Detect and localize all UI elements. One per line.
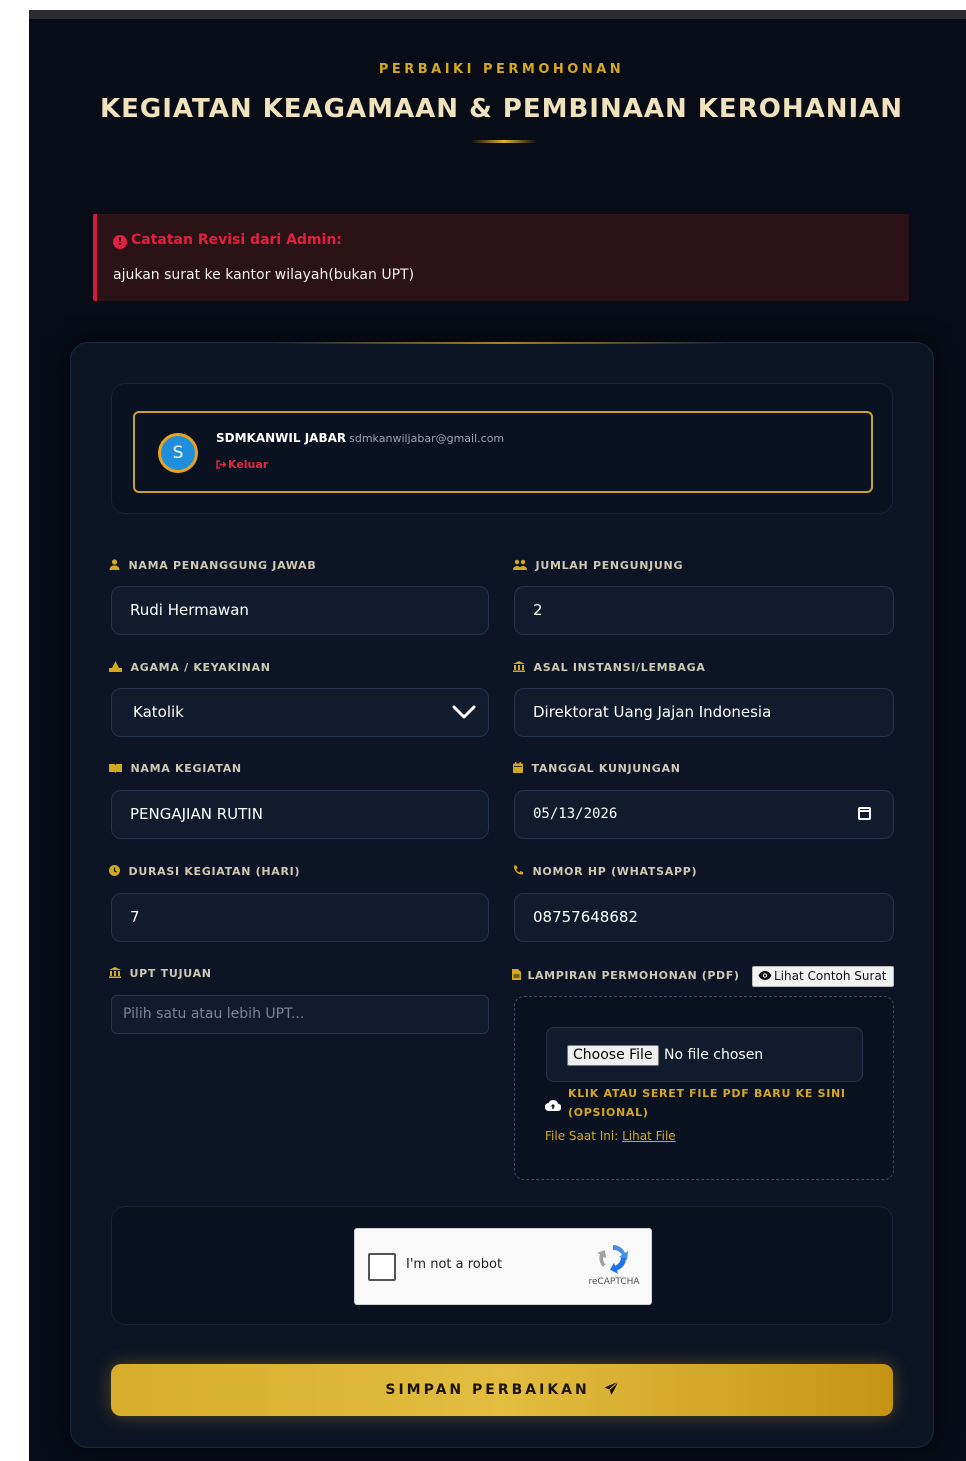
submit-label: SIMPAN PERBAIKAN — [385, 1382, 590, 1398]
revision-alert: ! Catatan Revisi dari Admin: ajukan surat… — [93, 214, 909, 301]
label-lampiran-text: LAMPIRAN PERMOHONAN (PDF) — [527, 969, 740, 982]
chevron-down-icon — [452, 689, 476, 736]
current-file-info: File Saat Ini: Lihat File — [545, 1129, 676, 1143]
label-nomor-hp: NOMOR HP (WHATSAPP) — [513, 865, 697, 878]
book-icon — [109, 762, 127, 775]
lihat-file-link[interactable]: Lihat File — [622, 1129, 676, 1143]
alert-message: ajukan surat ke kantor wilayah(bukan UPT… — [113, 267, 415, 283]
user-icon — [109, 559, 125, 572]
label-jumlah-pengunjung-text: JUMLAH PENGUNJUNG — [535, 559, 684, 572]
simpan-perbaikan-button[interactable]: SIMPAN PERBAIKAN — [111, 1364, 893, 1416]
user-panel: S SDMKANWIL JABAR sdmkanwiljabar@gmail.co… — [111, 383, 893, 514]
agama-select[interactable]: Katolik — [111, 688, 489, 737]
eye-icon — [758, 971, 772, 980]
label-penanggung-jawab-text: NAMA PENANGGUNG JAWAB — [128, 559, 317, 572]
nomor-hp-input[interactable]: 08757648682 — [514, 893, 894, 942]
label-lampiran: LAMPIRAN PERMOHONAN (PDF) — [512, 969, 740, 982]
tanggal-kunjungan-value: 05/13/2026 — [533, 806, 618, 822]
calendar-picker-icon[interactable] — [858, 807, 871, 820]
paper-plane-icon — [604, 1366, 619, 1418]
label-agama-text: AGAMA / KEYAKINAN — [130, 661, 271, 674]
logout-label: Keluar — [228, 458, 269, 471]
avatar: S — [158, 433, 198, 473]
current-file-label: File Saat Ini: — [545, 1129, 619, 1143]
alert-title-text: Catatan Revisi dari Admin: — [131, 232, 342, 248]
top-bar — [29, 10, 966, 19]
phone-icon — [513, 865, 529, 878]
tanggal-kunjungan-input[interactable]: 05/13/2026 — [514, 790, 894, 839]
label-durasi-text: DURASI KEGIATAN (HARI) — [128, 865, 301, 878]
label-nomor-hp-text: NOMOR HP (WHATSAPP) — [532, 865, 698, 878]
recaptcha-checkbox[interactable] — [368, 1253, 396, 1281]
card-glow — [271, 342, 731, 344]
user-email: sdmkanwiljabar@gmail.com — [349, 432, 505, 445]
label-durasi: DURASI KEGIATAN (HARI) — [109, 865, 300, 878]
recaptcha-label: I'm not a robot — [406, 1257, 503, 1272]
alert-circle-icon: ! — [113, 235, 127, 249]
label-asal-instansi-text: ASAL INSTANSI/LEMBAGA — [533, 661, 706, 674]
asal-instansi-input[interactable]: Direktorat Uang Jajan Indonesia — [514, 688, 894, 737]
clock-icon — [109, 865, 125, 878]
label-asal-instansi: ASAL INSTANSI/LEMBAGA — [513, 661, 706, 674]
user-name: SDMKANWIL JABAR sdmkanwiljabar@gmail.com — [216, 431, 504, 445]
captcha-panel: I'm not a robot reCAPTCHA — [111, 1206, 893, 1325]
nama-kegiatan-input[interactable]: PENGAJIAN RUTIN — [111, 790, 489, 839]
user-name-text: SDMKANWIL JABAR — [216, 431, 347, 445]
praying-hands-icon — [109, 661, 127, 674]
title-underline — [471, 140, 537, 143]
cloud-upload-icon — [544, 1096, 562, 1112]
no-file-chosen-text: No file chosen — [664, 1047, 764, 1063]
file-input[interactable]: Choose File No file chosen — [546, 1027, 863, 1082]
building-icon — [513, 661, 530, 674]
durasi-input[interactable]: 7 — [111, 893, 489, 942]
choose-file-button[interactable]: Choose File — [567, 1045, 659, 1066]
page-title: KEGIATAN KEAGAMAAN & PEMBINAAN KEROHANIA… — [99, 94, 904, 124]
logout-link[interactable]: Keluar — [216, 458, 268, 471]
label-tanggal-kunjungan: TANGGAL KUNJUNGAN — [513, 762, 681, 775]
label-upt-tujuan: UPT TUJUAN — [109, 967, 212, 980]
recaptcha-widget: I'm not a robot reCAPTCHA — [354, 1228, 652, 1305]
form-card: S SDMKANWIL JABAR sdmkanwiljabar@gmail.co… — [70, 342, 934, 1448]
agama-select-value: Katolik — [133, 703, 184, 721]
lihat-contoh-surat-label: Lihat Contoh Surat — [774, 969, 887, 983]
label-upt-tujuan-text: UPT TUJUAN — [129, 967, 212, 980]
calendar-icon — [513, 762, 528, 775]
label-penanggung-jawab: NAMA PENANGGUNG JAWAB — [109, 559, 316, 572]
logout-icon — [216, 460, 227, 469]
label-jumlah-pengunjung: JUMLAH PENGUNJUNG — [513, 559, 683, 572]
label-nama-kegiatan-text: NAMA KEGIATAN — [130, 762, 242, 775]
page-eyebrow: PERBAIKI PERMOHONAN — [378, 62, 625, 77]
label-agama: AGAMA / KEYAKINAN — [109, 661, 271, 674]
user-info-box: S SDMKANWIL JABAR sdmkanwiljabar@gmail.co… — [133, 411, 873, 493]
label-nama-kegiatan: NAMA KEGIATAN — [109, 762, 242, 775]
dropzone-instruction: KLIK ATAU SERET FILE PDF BARU KE SINI (O… — [568, 1087, 846, 1119]
pdf-dropzone[interactable]: Choose File No file chosen KLIK ATAU SER… — [514, 996, 894, 1180]
penanggung-jawab-input[interactable]: Rudi Hermawan — [111, 586, 489, 635]
recaptcha-logo-icon — [597, 1242, 629, 1274]
label-tanggal-kunjungan-text: TANGGAL KUNJUNGAN — [531, 762, 681, 775]
page: PERBAIKI PERMOHONAN KEGIATAN KEAGAMAAN &… — [29, 10, 966, 1461]
landmark-icon — [109, 967, 126, 980]
lihat-contoh-surat-button[interactable]: Lihat Contoh Surat — [752, 966, 894, 987]
upt-tujuan-input[interactable]: Pilih satu atau lebih UPT... — [111, 995, 489, 1034]
alert-title: ! Catatan Revisi dari Admin: — [113, 232, 342, 249]
jumlah-pengunjung-input[interactable]: 2 — [514, 586, 894, 635]
file-icon — [512, 969, 525, 982]
recaptcha-brand: reCAPTCHA — [588, 1277, 640, 1287]
users-icon — [513, 559, 532, 572]
